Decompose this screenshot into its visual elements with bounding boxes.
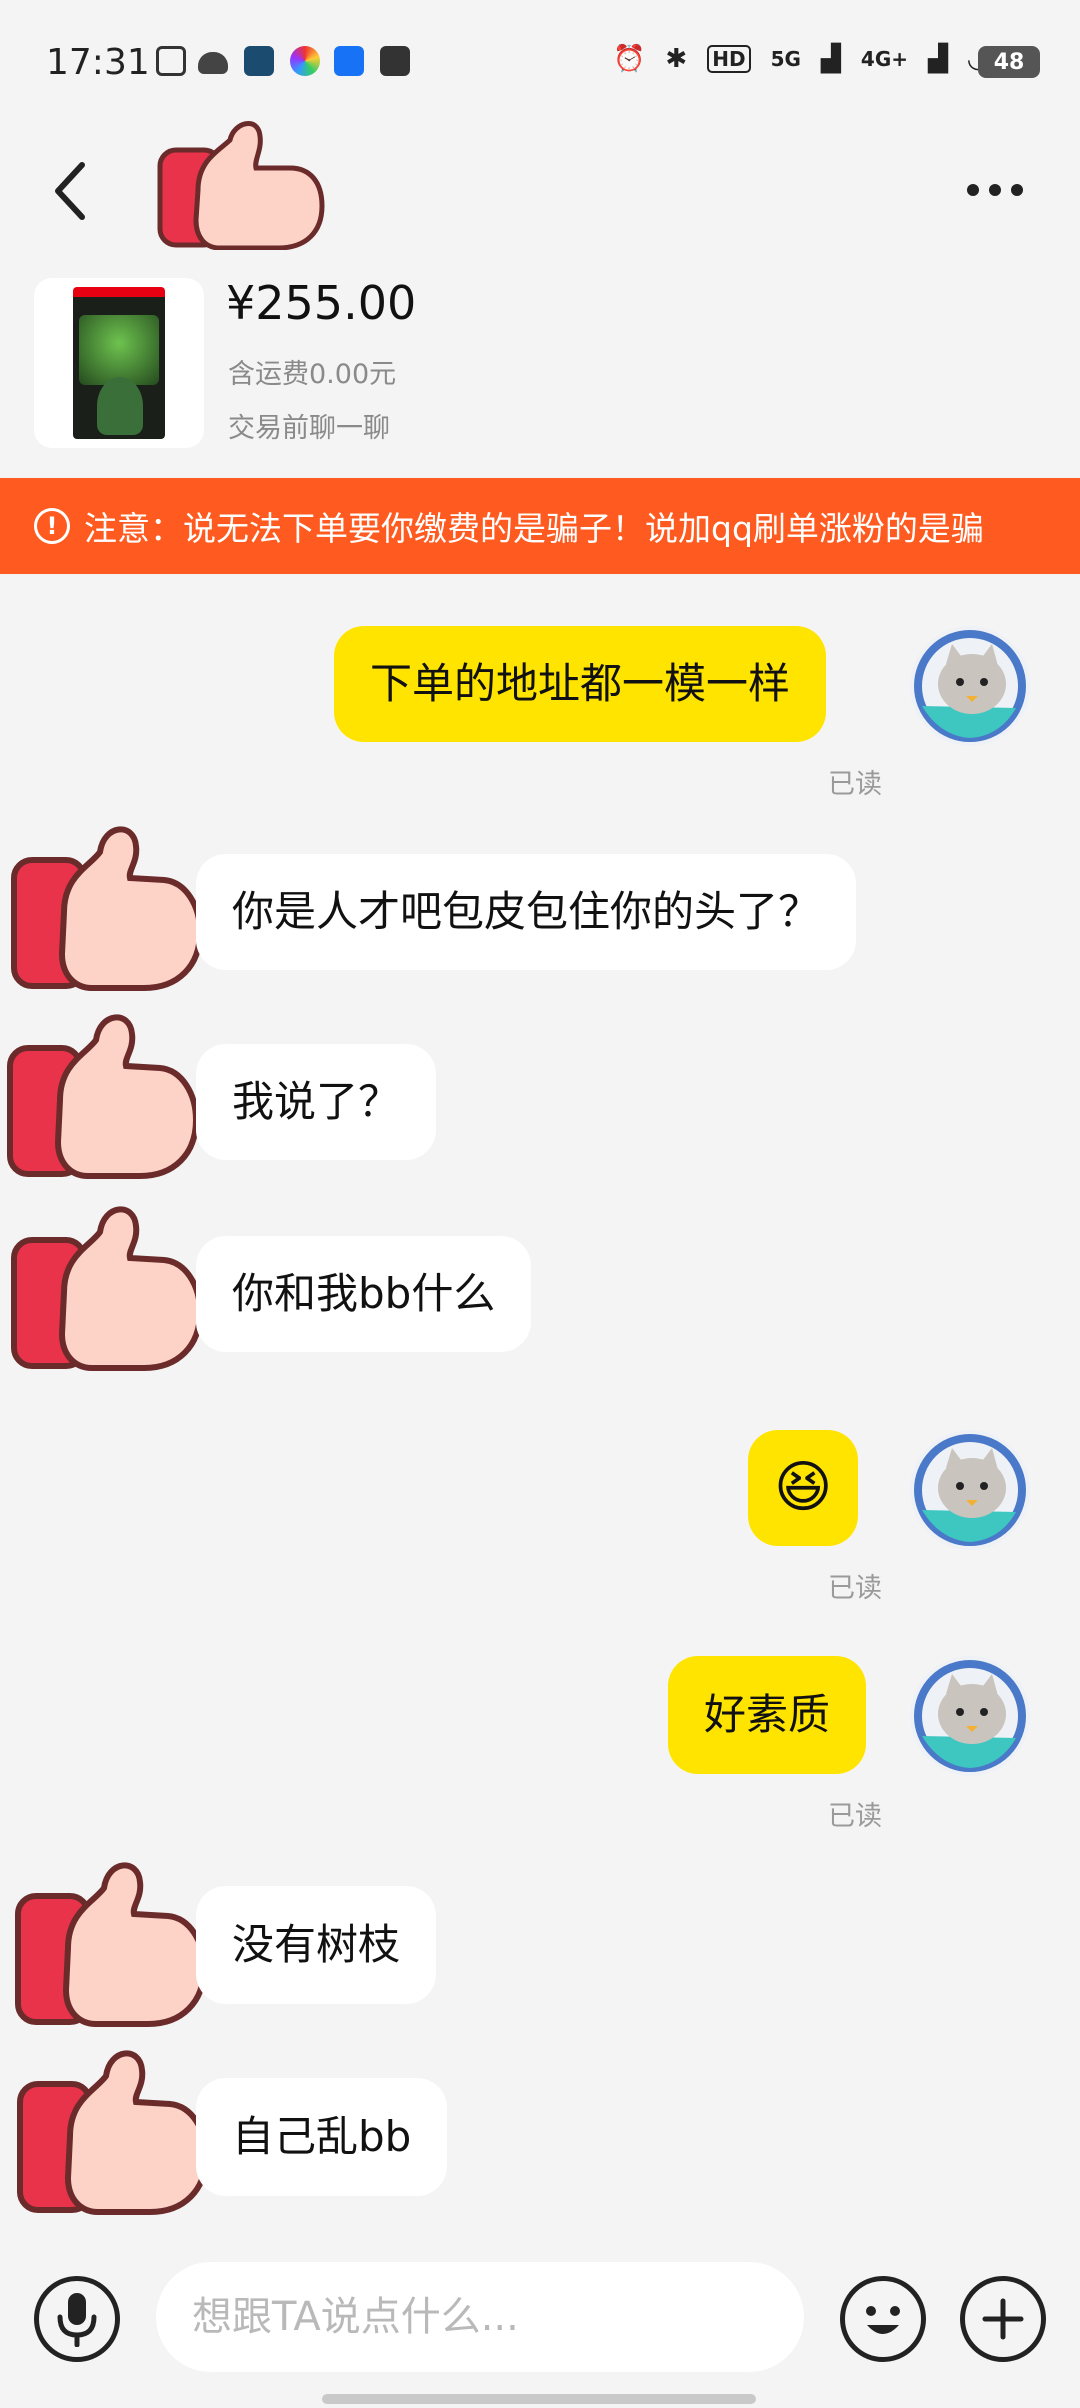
signal-icon: ▟ [820, 44, 841, 74]
4g-indicator: 4G+ [860, 47, 908, 71]
cover-art [79, 315, 159, 385]
cat-avatar-icon [914, 1660, 1026, 1772]
my-avatar[interactable] [910, 626, 1030, 746]
message-bubble-mine[interactable]: 下单的地址都一模一样 [334, 626, 827, 742]
alert-icon: ! [34, 508, 70, 544]
my-avatar[interactable] [910, 1656, 1030, 1776]
emoji-button[interactable] [840, 2276, 926, 2362]
message-bubble-theirs[interactable]: 没有树枝 [196, 1886, 437, 2004]
message-bubble-mine-emoji[interactable]: 😆 [748, 1430, 859, 1546]
tv-app-icon [156, 46, 186, 76]
message-bubble-theirs[interactable]: 你和我bb什么 [196, 1236, 532, 1352]
add-button[interactable] [960, 2276, 1046, 2362]
read-receipt: 已读 [828, 1801, 882, 1832]
signal-icon-2: ▟ [928, 44, 948, 74]
app-icon [244, 46, 274, 76]
cover-character [97, 377, 143, 435]
message-bubble-theirs[interactable]: 你是人才吧包皮包住你的头了？ [196, 854, 857, 970]
product-image[interactable] [34, 278, 204, 448]
5g-indicator: 5G [770, 47, 801, 71]
thumbs-up-avatar-icon[interactable] [150, 120, 360, 250]
zhihu-icon [334, 46, 364, 76]
chevron-left-icon [55, 162, 85, 220]
status-bar: 17:31 ⏰ ✱ HD 5G ▟ 4G+ ▟ ◡ 48 [0, 0, 1080, 120]
product-price: ¥255.00 [226, 276, 417, 330]
input-bar [0, 2248, 1080, 2378]
message-bubble-theirs[interactable]: 自己乱bb [196, 2078, 448, 2196]
cat-avatar-icon [914, 630, 1026, 742]
more-dot-icon [967, 184, 979, 196]
plus-icon [982, 2298, 1024, 2340]
my-avatar[interactable] [910, 1430, 1030, 1550]
read-receipt: 已读 [828, 1573, 882, 1604]
warning-text: 注意：说无法下单要你缴费的是骗子！说加qq刷单涨粉的是骗 [84, 509, 984, 548]
hd-indicator: HD [707, 45, 751, 73]
cat-avatar-icon [914, 1434, 1026, 1546]
back-button[interactable] [40, 146, 100, 236]
home-indicator[interactable] [322, 2394, 756, 2404]
thumbs-up-avatar-icon[interactable] [4, 816, 204, 996]
voice-button[interactable] [34, 2276, 120, 2362]
status-indicators: ⏰ ✱ HD 5G ▟ 4G+ ▟ ◡ [613, 44, 988, 74]
game-cover-image [73, 287, 165, 439]
tieba-icon [380, 46, 410, 76]
more-dot-icon [989, 184, 1001, 196]
read-receipt: 已读 [828, 769, 882, 800]
shipping-note: 含运费0.00元 [228, 359, 397, 390]
product-card[interactable]: ¥255.00 含运费0.00元 交易前聊一聊 [0, 270, 1080, 480]
bluetooth-icon: ✱ [665, 44, 688, 74]
thumbs-up-avatar-icon[interactable] [10, 2040, 210, 2220]
more-dot-icon [1011, 184, 1023, 196]
microphone-icon [57, 2293, 97, 2347]
warning-banner[interactable]: ! 注意：说无法下单要你缴费的是骗子！说加qq刷单涨粉的是骗 [0, 478, 1080, 574]
message-bubble-theirs[interactable]: 我说了？ [196, 1044, 437, 1160]
thumbs-up-avatar-icon[interactable] [8, 1852, 208, 2032]
cloud-icon [198, 52, 228, 74]
status-time: 17:31 [46, 42, 150, 83]
smiley-icon [866, 2306, 900, 2334]
alarm-icon: ⏰ [613, 44, 646, 74]
message-input[interactable] [156, 2262, 804, 2372]
color-wheel-icon [290, 46, 320, 76]
thumbs-up-avatar-icon[interactable] [0, 1004, 200, 1184]
message-bubble-mine[interactable]: 好素质 [668, 1656, 867, 1774]
chat-before-trade-note: 交易前聊一聊 [228, 413, 390, 444]
chat-header [0, 120, 1080, 270]
battery-indicator: 48 [978, 46, 1040, 78]
thumbs-up-avatar-icon[interactable] [4, 1196, 204, 1376]
more-button[interactable] [950, 160, 1040, 220]
